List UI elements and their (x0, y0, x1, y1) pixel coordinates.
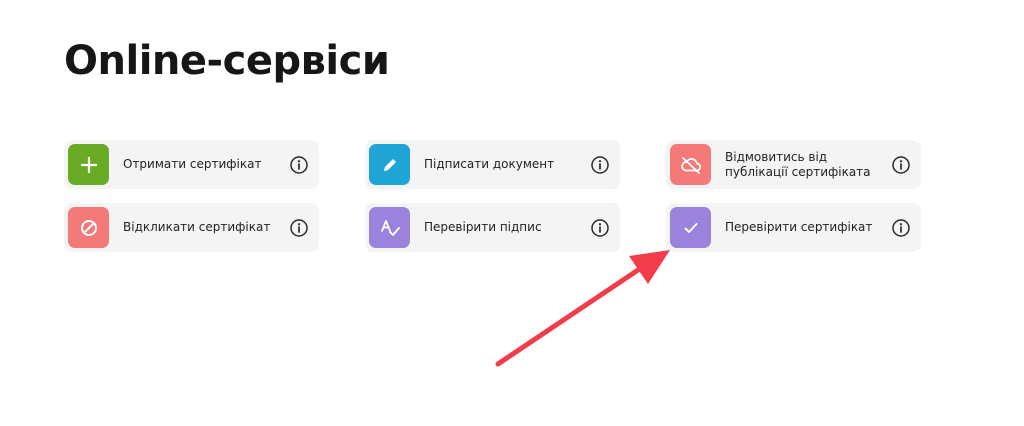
cloud-off-icon (670, 144, 711, 185)
service-label: Отримати сертифікат (123, 157, 262, 171)
service-card-verify-certificate[interactable]: Перевірити сертифікат (666, 203, 921, 252)
service-card-verify-signature[interactable]: Перевірити підпис (365, 203, 620, 252)
service-card-revoke-certificate[interactable]: Відкликати сертифікат (64, 203, 319, 252)
plus-icon (68, 144, 109, 185)
service-card-sign-document[interactable]: Підписати документ (365, 140, 620, 189)
service-card-get-certificate[interactable]: Отримати сертифікат (64, 140, 319, 189)
service-label: Відкликати сертифікат (123, 220, 271, 234)
info-icon[interactable] (285, 214, 313, 242)
info-icon[interactable] (586, 214, 614, 242)
service-label: Перевірити сертифікат (725, 220, 873, 234)
page-title: Online-сервіси (64, 38, 390, 84)
info-icon[interactable] (586, 151, 614, 179)
info-icon[interactable] (887, 214, 915, 242)
info-icon[interactable] (285, 151, 313, 179)
spellcheck-icon (369, 207, 410, 248)
block-icon (68, 207, 109, 248)
check-icon (670, 207, 711, 248)
service-label: Відмовитись від публікації сертифіката (725, 149, 871, 179)
service-label: Підписати документ (424, 157, 555, 171)
service-card-refuse-publication[interactable]: Відмовитись від публікації сертифіката (666, 140, 921, 189)
pencil-icon (369, 144, 410, 185)
services-grid: Отримати сертифікат Підписати документ В… (64, 140, 921, 252)
service-label: Перевірити підпис (424, 220, 542, 234)
info-icon[interactable] (887, 151, 915, 179)
